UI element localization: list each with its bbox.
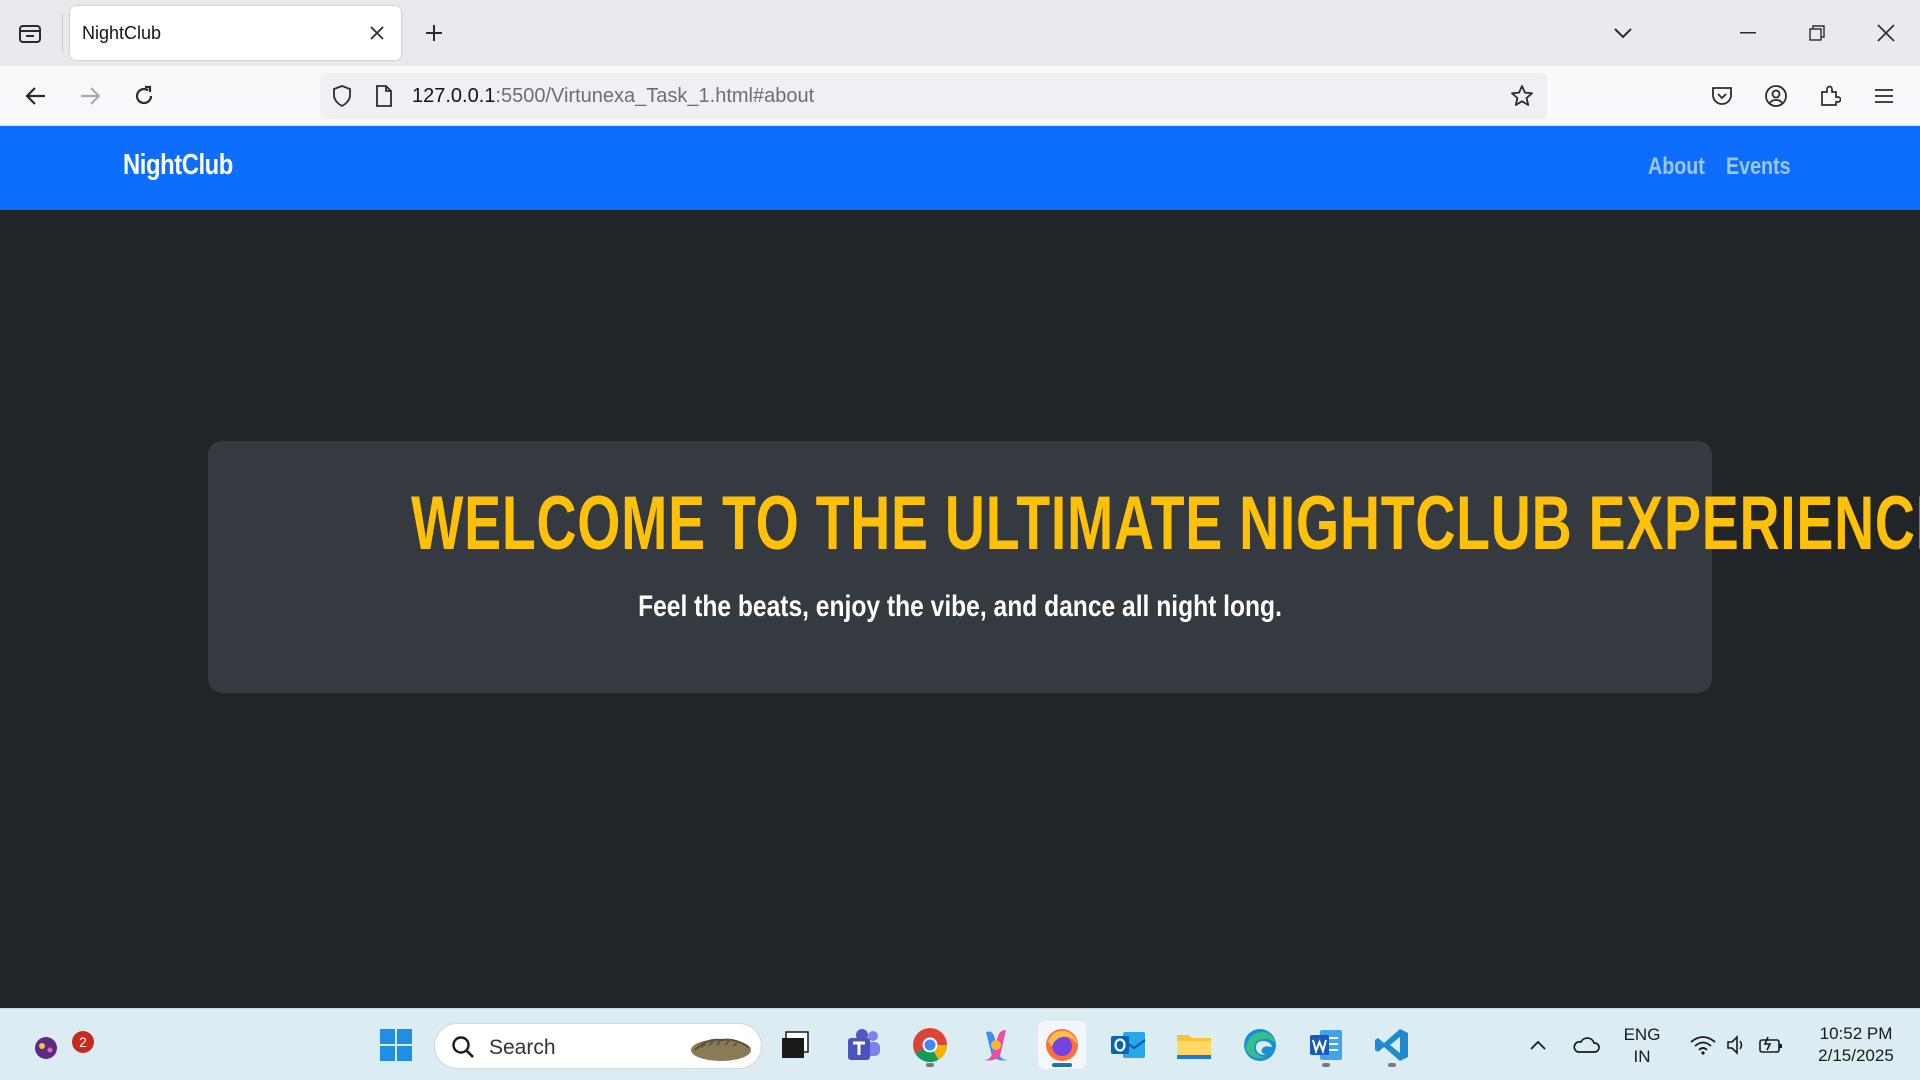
quick-settings[interactable] (1674, 1021, 1800, 1069)
tab-list-icon[interactable] (12, 17, 48, 49)
browser-tab-strip: NightClub (0, 0, 1920, 66)
url-text: 127.0.0.1:5500/Virtunexa_Task_1.html#abo… (412, 85, 814, 108)
notification-badge: 2 (72, 1031, 94, 1053)
site-navbar: NightClub About Events (0, 126, 1920, 210)
running-indicator (1322, 1063, 1330, 1067)
language-code: ENG (1623, 1025, 1661, 1044)
show-hidden-icons-chevron-up-icon[interactable] (1514, 1021, 1562, 1069)
volume-icon (1727, 1035, 1743, 1055)
wifi-icon (1690, 1036, 1716, 1055)
restore-icon[interactable] (1797, 14, 1837, 52)
file-explorer-icon[interactable] (1170, 1021, 1218, 1069)
url-host: 127.0.0.1 (412, 85, 496, 107)
list-all-tabs-chevron-icon[interactable] (1603, 14, 1643, 52)
hero-title: WELCOME TO THE ULTIMATE NIGHTCLUB EXPERI… (411, 481, 1920, 566)
active-indicator (1052, 1063, 1072, 1067)
new-tab-plus-icon[interactable] (418, 17, 450, 49)
taskbar-search-box[interactable]: Search (434, 1023, 762, 1069)
search-placeholder: Search (489, 1036, 556, 1059)
hero-subtitle: Feel the beats, enjoy the vibe, and danc… (638, 590, 1282, 623)
copilot-icon[interactable] (972, 1021, 1020, 1069)
bookmark-star-icon[interactable] (1510, 84, 1534, 108)
site-brand[interactable]: NightClub (123, 149, 233, 182)
battery-charging-icon (1759, 1036, 1782, 1053)
word-icon[interactable] (1302, 1021, 1350, 1069)
language-region: IN (1633, 1047, 1651, 1066)
search-icon (452, 1036, 474, 1058)
close-window-icon[interactable] (1866, 14, 1906, 52)
nav-link-about[interactable]: About (1648, 153, 1705, 181)
firefox-icon[interactable] (1038, 1021, 1086, 1069)
address-bar[interactable]: 127.0.0.1:5500/Virtunexa_Task_1.html#abo… (320, 73, 1547, 119)
outlook-icon[interactable] (1104, 1021, 1152, 1069)
clock-date: 2/15/2025 (1818, 1046, 1894, 1065)
pocket-icon[interactable] (1704, 78, 1740, 114)
tab-title: NightClub (82, 23, 162, 43)
hero-card: WELCOME TO THE ULTIMATE NIGHTCLUB EXPERI… (208, 441, 1920, 693)
edge-icon[interactable] (1236, 1021, 1284, 1069)
clock[interactable]: 10:52 PM 2/15/2025 (1800, 1023, 1912, 1067)
browser-toolbar: 127.0.0.1:5500/Virtunexa_Task_1.html#abo… (0, 66, 1920, 126)
hamburger-menu-icon[interactable] (1866, 78, 1902, 114)
extensions-puzzle-icon[interactable] (1812, 78, 1848, 114)
clock-time: 10:52 PM (1819, 1024, 1893, 1043)
close-tab-icon[interactable] (363, 19, 391, 47)
onedrive-cloud-icon[interactable] (1562, 1021, 1610, 1069)
account-icon[interactable] (1758, 78, 1794, 114)
minimize-icon[interactable] (1728, 14, 1768, 52)
running-indicator (1388, 1063, 1396, 1067)
shield-icon[interactable] (330, 84, 354, 108)
running-indicator (926, 1063, 934, 1067)
reload-icon[interactable] (126, 78, 162, 114)
nav-link-events[interactable]: Events (1726, 153, 1791, 181)
tab-separator (62, 14, 63, 52)
browser-tab-active[interactable]: NightClub (70, 6, 401, 60)
vscode-icon[interactable] (1368, 1021, 1416, 1069)
widgets-icon[interactable]: 2 (24, 1021, 94, 1069)
search-highlight-pangolin-icon (691, 1038, 751, 1061)
page-icon[interactable] (372, 84, 396, 108)
language-indicator[interactable]: ENG IN (1616, 1024, 1668, 1068)
forward-arrow-icon[interactable] (72, 78, 108, 114)
windows-start-icon[interactable] (372, 1021, 420, 1069)
back-arrow-icon[interactable] (18, 78, 54, 114)
teams-icon[interactable] (840, 1021, 888, 1069)
taskbar: 2 Search ENG IN 10:52 PM 2/15/2025 (0, 1008, 1920, 1080)
task-view-icon[interactable] (772, 1021, 820, 1069)
chrome-icon[interactable] (906, 1021, 954, 1069)
url-path: :5500/Virtunexa_Task_1.html#about (495, 85, 815, 107)
